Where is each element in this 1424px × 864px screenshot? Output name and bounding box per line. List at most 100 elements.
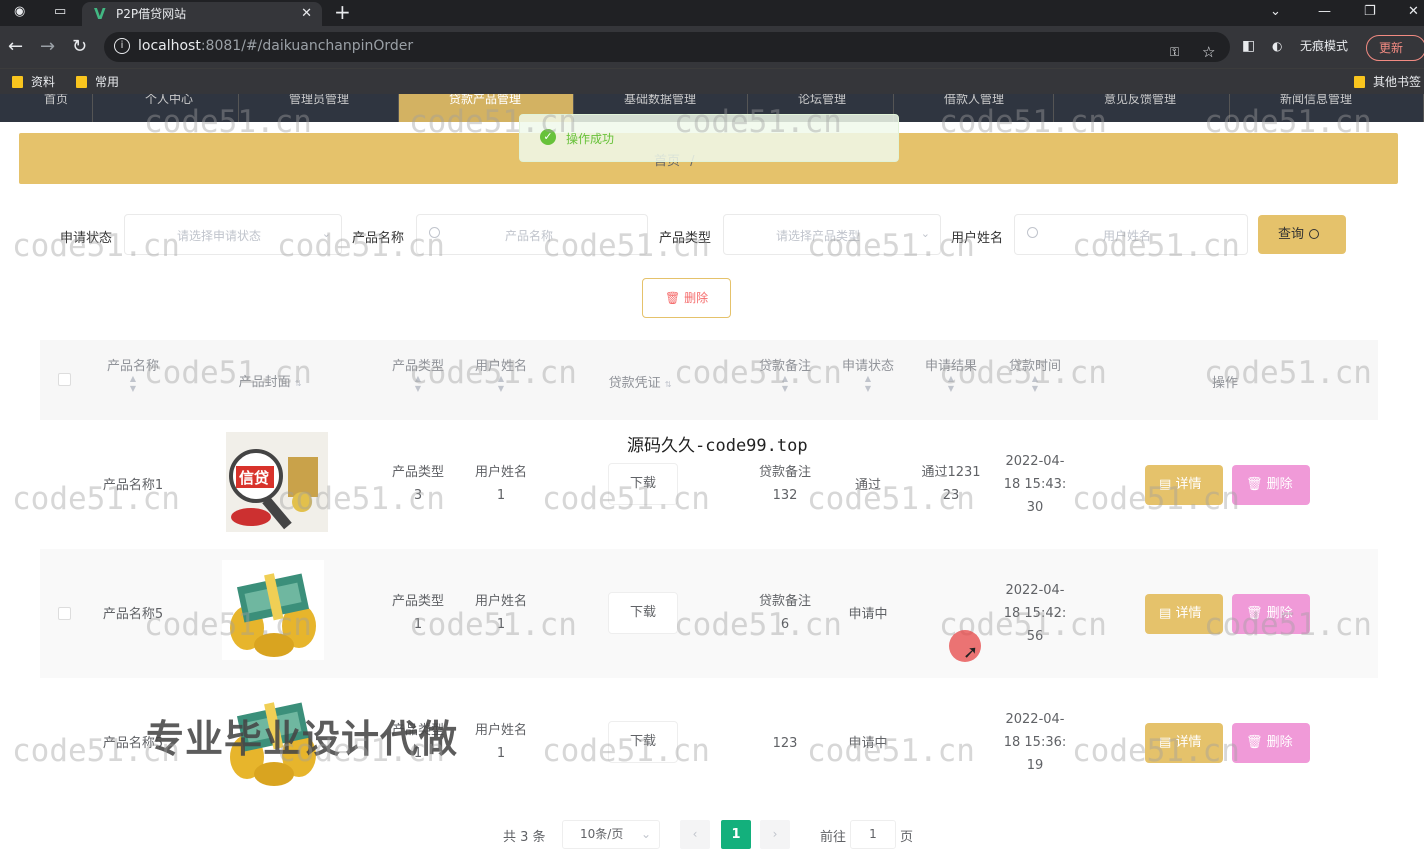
other-bookmarks[interactable]: 其他书签	[1354, 73, 1421, 91]
browser-update-button[interactable]: 更新	[1366, 35, 1424, 61]
col-header-user[interactable]: 用户姓名 ▲ ▼	[466, 355, 536, 394]
sort-icon[interactable]: ⇅	[295, 379, 302, 388]
prev-page-button[interactable]: ‹	[680, 820, 710, 849]
sort-icon[interactable]: ▲ ▼	[833, 374, 903, 394]
sort-icon[interactable]: ▲ ▼	[466, 374, 536, 394]
delete-label: 删除	[1266, 606, 1293, 621]
header-label: 贷款备注	[758, 359, 811, 374]
product-search-input[interactable]: 产品名称	[416, 214, 648, 255]
browser-tab-title: P2P借贷网站	[116, 7, 187, 21]
bookmark-folder[interactable]: 资料	[12, 73, 55, 91]
col-header-type[interactable]: 产品类型 ▲ ▼	[383, 355, 453, 394]
tab-search-icon[interactable]: ▭	[54, 0, 66, 24]
next-page-button[interactable]: ›	[760, 820, 790, 849]
nav-item[interactable]: 新闻信息管理	[1230, 94, 1424, 122]
page-size-select[interactable]: 10条/页 ⌄	[562, 820, 660, 849]
row-delete-button[interactable]: 🗑 删除	[1232, 594, 1310, 634]
detail-button[interactable]: ▤ 详情	[1145, 465, 1223, 505]
download-voucher-button[interactable]: 下载	[608, 721, 678, 763]
minimize-icon[interactable]: —	[1318, 0, 1331, 24]
col-header-ops: 操作	[1211, 376, 1238, 391]
col-header-status[interactable]: 申请状态 ▲ ▼	[833, 355, 903, 394]
nav-item[interactable]: 首页	[0, 94, 93, 122]
type-filter-label: 产品类型	[659, 231, 712, 246]
forward-icon[interactable]: →	[40, 36, 55, 57]
time-line: 2022-04-	[1005, 583, 1065, 598]
sort-icon[interactable]: ▲ ▼	[1000, 374, 1070, 394]
download-voucher-button[interactable]: 下载	[608, 592, 678, 634]
row-delete-button[interactable]: 🗑 删除	[1232, 465, 1310, 505]
detail-button[interactable]: ▤ 详情	[1145, 594, 1223, 634]
goto-page-input[interactable]: 1	[850, 820, 896, 849]
new-tab-icon[interactable]: +	[334, 0, 351, 24]
close-window-icon[interactable]: ✕	[1408, 0, 1419, 24]
batch-delete-button[interactable]: 🗑 删除	[642, 278, 731, 318]
nav-item[interactable]: 借款人管理	[894, 94, 1054, 122]
vue-logo-icon: V	[94, 5, 106, 23]
check-circle-icon: ✓	[540, 129, 556, 145]
bookmark-folder[interactable]: 常用	[76, 73, 119, 91]
col-header-result[interactable]: 申请结果 ▲ ▼	[916, 355, 986, 394]
select-all-checkbox[interactable]	[58, 373, 71, 386]
cell-product-name: 产品名称5	[102, 607, 164, 622]
product-cover-image: 信贷	[226, 432, 328, 532]
sort-icon[interactable]: ▲ ▼	[916, 374, 986, 394]
row-checkbox[interactable]	[58, 607, 71, 620]
folder-icon	[12, 76, 23, 88]
search-icon	[1027, 227, 1038, 238]
star-icon[interactable]: ☆	[1202, 38, 1215, 66]
close-tab-icon[interactable]: ✕	[301, 2, 312, 26]
time-line: 18 15:42:	[1003, 606, 1067, 621]
cell-user-name: 用户姓名 1	[466, 590, 536, 636]
row-delete-button[interactable]: 🗑 删除	[1232, 723, 1310, 763]
user-filter-label: 用户姓名	[951, 231, 1004, 246]
browser-tab-active[interactable]: V P2P借贷网站 ✕	[82, 2, 322, 26]
time-line: 18 15:43:	[1003, 477, 1067, 492]
col-header-remark[interactable]: 贷款备注 ▲ ▼	[750, 355, 820, 394]
status-select[interactable]: 请选择申请状态 ⌄	[124, 214, 342, 255]
trash-icon: 🗑	[665, 291, 681, 305]
cell-loan-time: 2022-04- 18 15:42: 56	[998, 579, 1072, 648]
col-header-time[interactable]: 贷款时间 ▲ ▼	[1000, 355, 1070, 394]
reload-icon[interactable]: ↻	[72, 36, 87, 57]
sort-icon[interactable]: ⇅	[665, 380, 672, 389]
chevron-down-icon[interactable]: ⌄	[1270, 0, 1281, 24]
cell-status: 申请中	[848, 607, 888, 622]
sidepanel-icon[interactable]: ◧	[1242, 32, 1255, 60]
type-select[interactable]: 请选择产品类型 ⌄	[723, 214, 941, 255]
site-info-icon[interactable]: i	[114, 38, 130, 54]
sort-icon[interactable]: ▲ ▼	[383, 374, 453, 394]
nav-item[interactable]: 管理员管理	[239, 94, 399, 122]
sort-icon[interactable]: ▲ ▼	[750, 374, 820, 394]
remark-text: 贷款备注	[758, 594, 811, 609]
browser-menu-icon[interactable]: ◉	[14, 0, 25, 24]
search-icon	[1309, 229, 1320, 239]
document-icon: ▤	[1159, 735, 1172, 750]
header-label: 产品封面	[238, 375, 291, 390]
type-text: 产品类型	[391, 594, 444, 609]
page-size-value: 10条/页	[580, 827, 624, 841]
key-icon[interactable]: ⚿	[1170, 38, 1179, 66]
download-voucher-button[interactable]: 下载	[608, 463, 678, 505]
sort-icon[interactable]: ▲ ▼	[98, 374, 168, 394]
col-header-voucher[interactable]: 贷款凭证 ⇅	[600, 372, 680, 391]
header-label: 产品类型	[391, 359, 444, 374]
url-field[interactable]: i localhost:8081/#/daikuanchanpinOrder ⚿…	[104, 32, 1230, 62]
back-icon[interactable]: ←	[8, 36, 23, 57]
cell-product-type: 产品类型 1	[383, 590, 453, 636]
current-page-button[interactable]: 1	[721, 820, 751, 849]
col-header-cover[interactable]: 产品封面 ⇅	[230, 371, 310, 390]
restore-icon[interactable]: ❐	[1364, 0, 1376, 24]
goto-label: 前往	[820, 830, 847, 845]
query-button[interactable]: 查询	[1258, 215, 1346, 254]
user-value: 1	[496, 617, 506, 632]
cell-user-name: 用户姓名 1	[466, 461, 536, 507]
cell-remark: 贷款备注 132	[750, 461, 820, 507]
nav-item[interactable]: 个人中心	[93, 94, 239, 122]
col-header-name[interactable]: 产品名称 ▲ ▼	[98, 355, 168, 394]
user-search-input[interactable]: 用户姓名	[1014, 214, 1248, 255]
header-label: 用户姓名	[474, 359, 527, 374]
detail-button[interactable]: ▤ 详情	[1145, 723, 1223, 763]
time-line: 56	[1026, 629, 1044, 644]
nav-item[interactable]: 意见反馈管理	[1054, 94, 1230, 122]
